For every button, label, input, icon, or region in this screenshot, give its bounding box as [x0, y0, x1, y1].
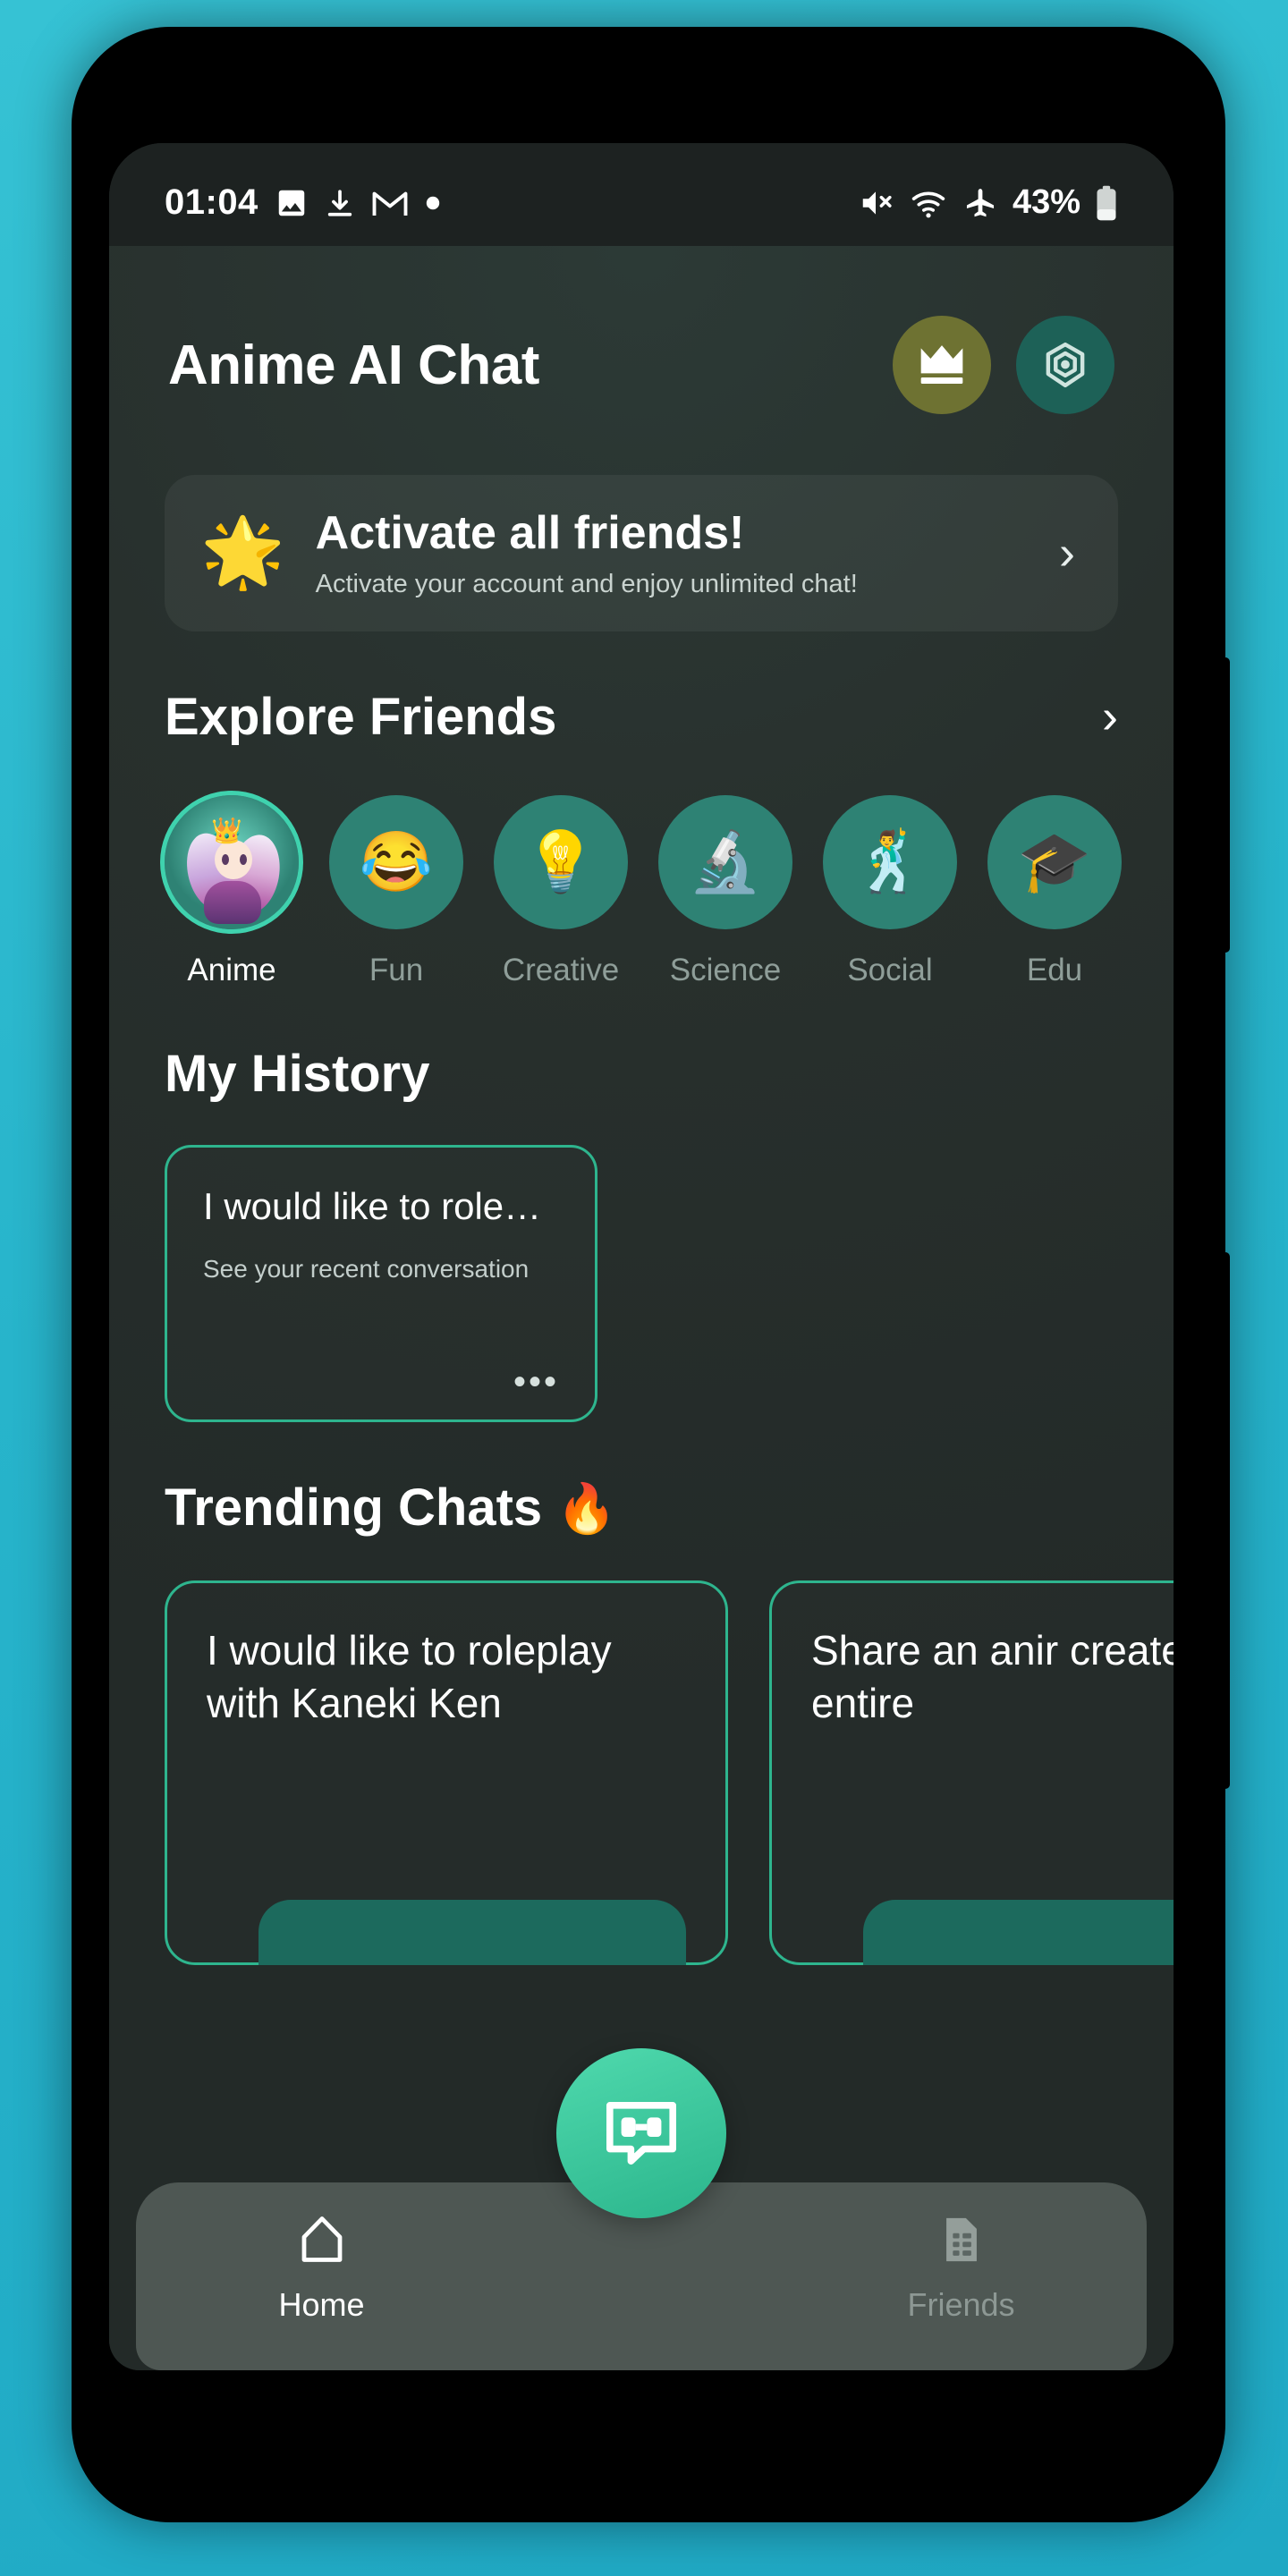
category-list[interactable]: 👑 Anime 😂 Fun 💡 Creative 🔬 Science 🕺 Soc… [109, 747, 1174, 988]
anime-avatar-icon: 👑 [165, 794, 299, 929]
gear-icon [1046, 342, 1085, 388]
phone-screen: 01:04 43% Anime AI Chat 🌟 Activate all f… [109, 143, 1174, 2370]
page-title: Anime AI Chat [168, 334, 539, 396]
education-icon: 🎓 [987, 794, 1122, 929]
status-bar-left: 01:04 [165, 182, 441, 223]
wifi-icon [911, 191, 945, 217]
battery-percent: 43% [1012, 183, 1080, 221]
app-header: Anime AI Chat [109, 246, 1174, 414]
banner-subtitle: Activate your account and enjoy unlimite… [315, 569, 858, 598]
lightbulb-icon: 💡 [494, 794, 628, 929]
history-card-subtitle: See your recent conversation [203, 1255, 530, 1284]
status-time: 01:04 [165, 182, 258, 222]
banner-text: Activate all friends! Activate your acco… [316, 507, 1029, 599]
nav-label-friends: Friends [907, 2286, 1015, 2323]
trending-header: Trending Chats 🔥 [109, 1478, 1174, 1538]
trending-list[interactable]: I would like to roleplay with Kaneki Ken… [109, 1538, 1174, 1965]
fire-icon: 🔥 [556, 1481, 617, 1536]
start-chat-button[interactable]: Start C [863, 1899, 1174, 1965]
battery-icon [1097, 185, 1116, 220]
trending-card[interactable]: I would like to roleplay with Kaneki Ken… [165, 1580, 728, 1965]
history-card-title: I would like to role… [203, 1184, 542, 1227]
dot-icon [426, 196, 440, 209]
explore-chevron-right-icon[interactable]: › [1102, 692, 1118, 741]
category-label: Anime [187, 952, 276, 987]
volume-button[interactable] [1219, 657, 1230, 953]
download-icon [327, 189, 352, 216]
history-card[interactable]: I would like to role… See your recent co… [165, 1144, 597, 1422]
trending-card[interactable]: Share an anir created entire Start C [769, 1580, 1174, 1965]
microscope-icon: 🔬 [658, 794, 792, 929]
history-header: My History [109, 1044, 1174, 1104]
power-button[interactable] [1219, 1252, 1230, 1789]
category-fun[interactable]: 😂 Fun [329, 794, 463, 988]
history-list: I would like to role… See your recent co… [109, 1104, 1174, 1422]
trending-card-text: Share an anir created entire [811, 1626, 1174, 1726]
history-title: My History [165, 1044, 430, 1103]
category-label: Science [669, 952, 782, 987]
crown-icon [920, 345, 963, 384]
trending-title: Trending Chats 🔥 [165, 1478, 617, 1538]
category-label: Creative [502, 952, 620, 987]
explore-friends-header: Explore Friends › [109, 687, 1174, 747]
explore-friends-title: Explore Friends [165, 687, 557, 746]
status-bar-right: 43% [857, 183, 1118, 222]
category-social[interactable]: 🕺 Social [823, 794, 957, 988]
category-label: Edu [1026, 952, 1083, 987]
document-icon [945, 2217, 977, 2262]
new-chat-fab[interactable] [556, 2048, 726, 2218]
history-card-more-button[interactable]: ••• [203, 1364, 559, 1400]
banner-title: Activate all friends! [315, 507, 745, 559]
category-creative[interactable]: 💡 Creative [494, 794, 628, 988]
image-icon [278, 190, 305, 216]
laughing-face-icon: 😂 [329, 794, 463, 929]
activate-banner[interactable]: 🌟 Activate all friends! Activate your ac… [165, 475, 1118, 631]
header-actions [893, 316, 1114, 414]
airplane-mode-icon [966, 188, 994, 216]
category-label: Social [847, 952, 933, 987]
nav-item-home[interactable]: Home [136, 2213, 507, 2324]
app-content: Anime AI Chat 🌟 Activate all friends! Ac… [109, 246, 1174, 2370]
dancing-person-icon: 🕺 [823, 794, 957, 929]
category-science[interactable]: 🔬 Science [658, 794, 792, 988]
trending-card-text: I would like to roleplay with Kaneki Ken [207, 1626, 612, 1726]
status-bar: 01:04 43% [109, 143, 1174, 246]
nav-label-home: Home [278, 2286, 365, 2323]
chat-bubble-icon [606, 2102, 676, 2165]
category-anime[interactable]: 👑 Anime [165, 794, 299, 988]
trending-title-text: Trending Chats [165, 1478, 543, 1537]
category-icon-circle: 👑 [165, 794, 299, 929]
settings-button[interactable] [1016, 316, 1114, 414]
star-icon: 🌟 [200, 514, 285, 591]
premium-button[interactable] [893, 316, 991, 414]
nav-item-friends[interactable]: Friends [775, 2213, 1147, 2324]
category-edu[interactable]: 🎓 Edu [987, 794, 1122, 988]
gmail-icon [372, 191, 408, 216]
start-chat-button[interactable]: Start Chat [258, 1899, 686, 1965]
home-icon [301, 2216, 342, 2262]
chevron-right-icon: › [1059, 526, 1075, 580]
mute-icon [862, 191, 892, 215]
category-label: Fun [369, 952, 424, 987]
